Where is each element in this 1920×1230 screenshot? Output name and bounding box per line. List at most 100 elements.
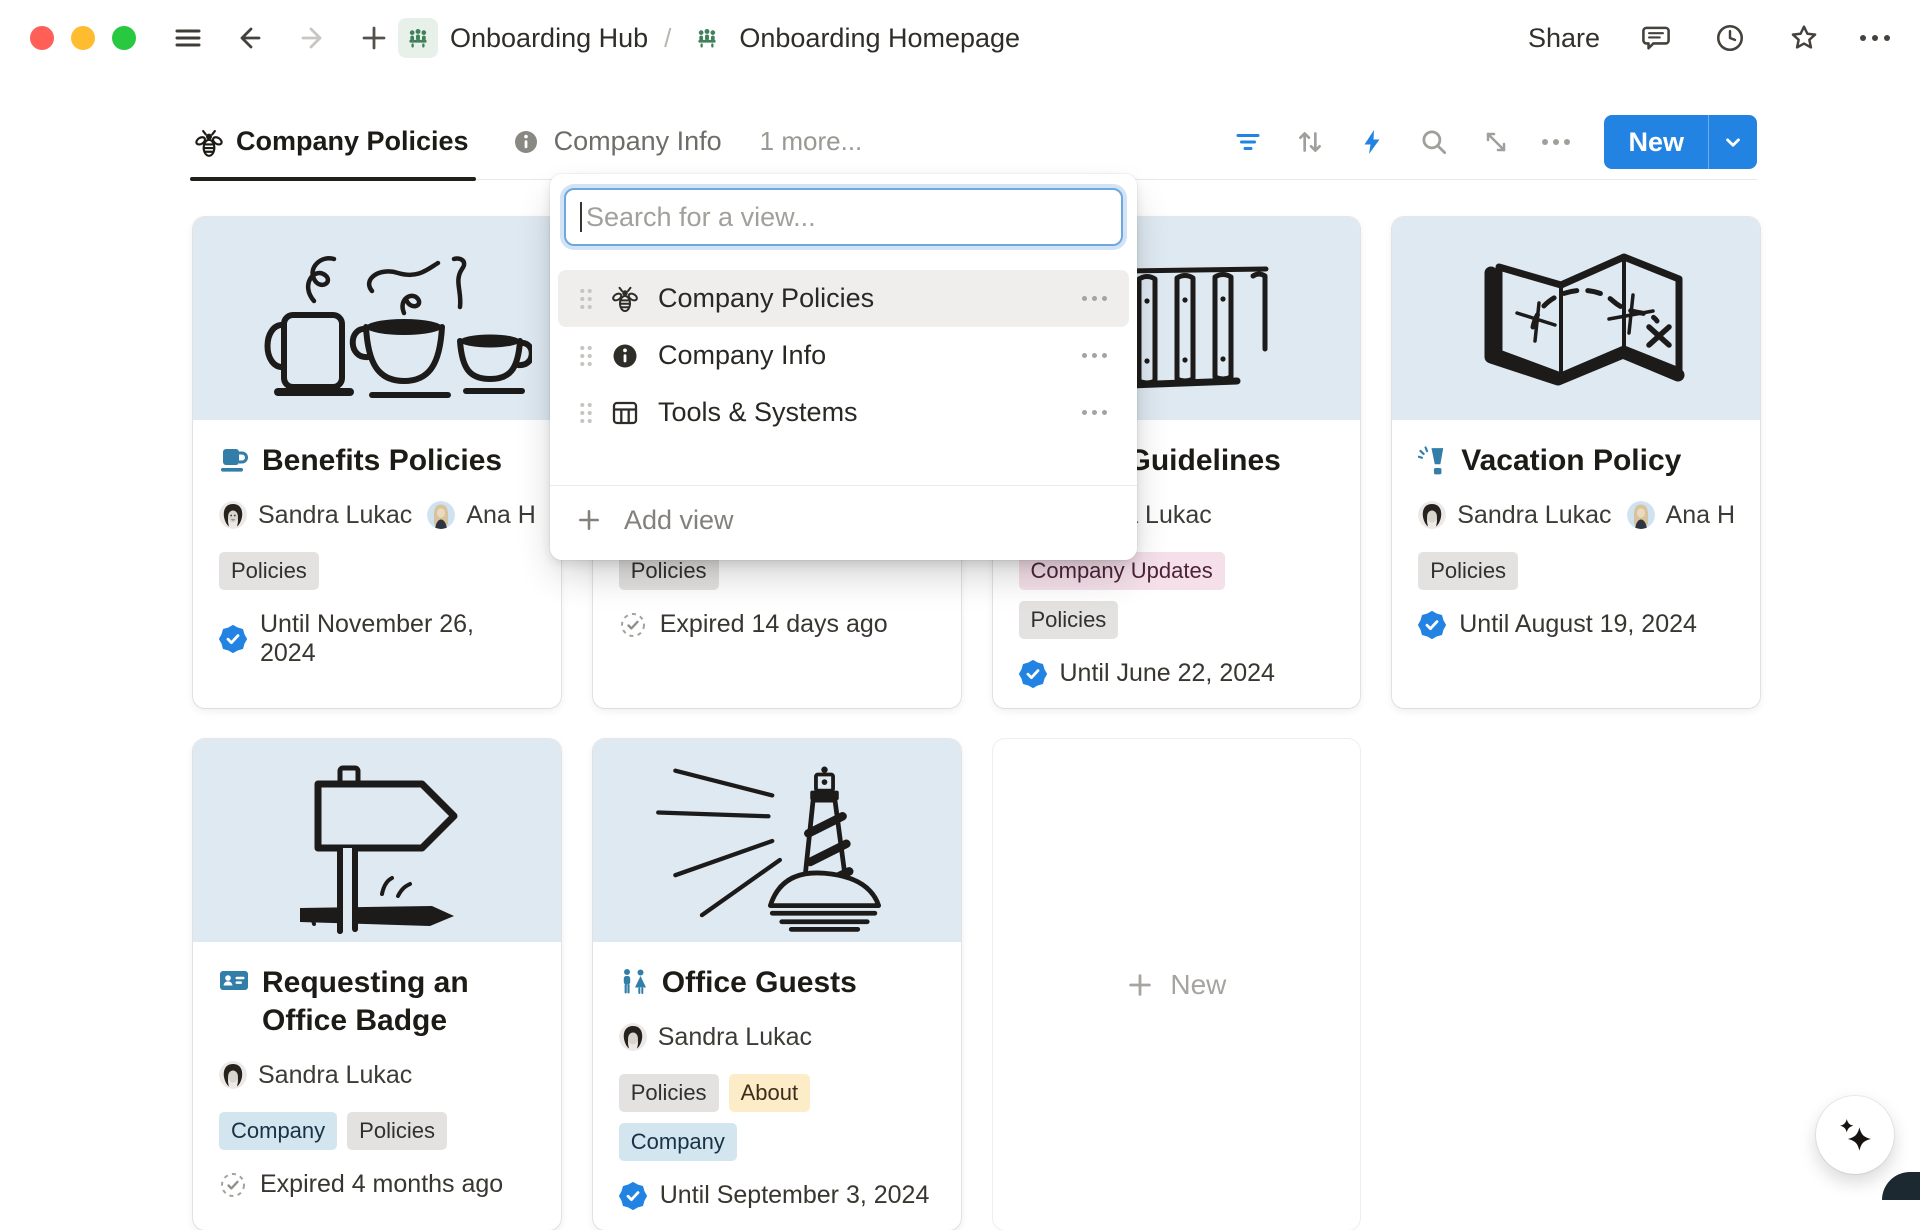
card-status-row: Until September 3, 2024: [619, 1181, 935, 1210]
card-title-row: Vacation Policy: [1418, 442, 1734, 480]
view-search-input[interactable]: Search for a view...: [564, 188, 1123, 246]
card-cover: [1392, 217, 1760, 420]
back-icon[interactable]: [232, 20, 268, 56]
id-badge-icon: [219, 968, 249, 1040]
card-office-guests[interactable]: Office Guests Sandra Lukac Policies Abou…: [593, 739, 961, 1230]
history-clock-icon[interactable]: [1712, 20, 1748, 56]
card-title-row: Benefits Policies: [219, 442, 535, 480]
card-title-row: Requesting an Office Badge: [219, 964, 535, 1040]
card-office-badge[interactable]: Requesting an Office Badge Sandra Lukac …: [193, 739, 561, 1230]
status-label: Expired 14 days ago: [660, 610, 888, 639]
screen-corner-shape: [1882, 1172, 1920, 1200]
tag: Policies: [1019, 601, 1119, 639]
view-more-options-icon[interactable]: [1542, 139, 1570, 145]
tab-label: Company Info: [554, 126, 722, 157]
person-name: Sandra Lukac: [1457, 501, 1611, 530]
status-label: Until September 3, 2024: [660, 1181, 930, 1210]
chevron-down-icon[interactable]: [1709, 115, 1757, 169]
ai-sparkle-button[interactable]: [1816, 1096, 1894, 1174]
card-status-row: Until June 22, 2024: [1019, 659, 1335, 688]
share-button[interactable]: Share: [1528, 23, 1600, 54]
status-label: Until November 26, 2024: [260, 610, 535, 668]
add-view-label: Add view: [624, 505, 734, 536]
drag-handle-icon[interactable]: [578, 343, 594, 369]
tab-company-policies[interactable]: Company Policies: [193, 104, 469, 179]
zoom-window-button[interactable]: [112, 26, 136, 50]
card-tags-row: Company Policies: [219, 1112, 535, 1150]
view-item-options-icon[interactable]: [1082, 296, 1107, 301]
favorite-star-icon[interactable]: [1786, 20, 1822, 56]
plus-icon: [576, 507, 602, 533]
card-status-row: Expired 14 days ago: [619, 610, 935, 639]
people-icon: [619, 968, 649, 1002]
tag: About: [729, 1074, 811, 1112]
card-cover: [593, 739, 961, 942]
tabs-more-button[interactable]: 1 more...: [760, 126, 863, 157]
card-benefits-policies[interactable]: Benefits Policies Sandra Lukac Ana Ha Po…: [193, 217, 561, 708]
tab-company-info[interactable]: Company Info: [511, 126, 722, 157]
bee-icon: [193, 127, 223, 157]
verified-badge-icon: [1418, 611, 1446, 639]
avatar: [1418, 501, 1446, 529]
card-title: Guidelines: [1128, 442, 1281, 480]
sidebar-menu-icon[interactable]: [170, 20, 206, 56]
person-name: Ana Ha: [466, 501, 534, 530]
card-title: Benefits Policies: [262, 442, 502, 480]
info-icon: [610, 341, 640, 371]
new-button-label[interactable]: New: [1604, 115, 1708, 169]
sparkles-icon: [1833, 1113, 1877, 1157]
person-name: Sandra Lukac: [258, 501, 412, 530]
drag-handle-icon[interactable]: [578, 400, 594, 426]
breadcrumb-item-hub[interactable]: Onboarding Hub: [398, 18, 648, 58]
more-options-icon[interactable]: [1860, 35, 1890, 41]
card-title: Office Guests: [662, 964, 857, 1002]
views-list: Company Policies Company Info Tools & Sy…: [550, 270, 1137, 441]
card-cover: [193, 217, 561, 420]
status-label: Until June 22, 2024: [1060, 659, 1275, 688]
new-button[interactable]: New: [1604, 115, 1757, 169]
new-page-plus-icon[interactable]: [356, 20, 392, 56]
new-card-button[interactable]: New: [993, 739, 1361, 1230]
minimize-window-button[interactable]: [71, 26, 95, 50]
view-item-options-icon[interactable]: [1082, 353, 1107, 358]
lighthouse-drawing: [622, 746, 932, 936]
card-title: Requesting an Office Badge: [262, 964, 477, 1040]
sort-icon[interactable]: [1294, 126, 1326, 158]
card-status-row: Until August 19, 2024: [1418, 610, 1734, 639]
card-people-row: Sandra Lukac: [619, 1020, 935, 1054]
vacation-alert-icon: [1418, 446, 1448, 480]
forward-icon[interactable]: [294, 20, 330, 56]
card-people-row: Sandra Lukac: [219, 1058, 535, 1092]
drag-handle-icon[interactable]: [578, 286, 594, 312]
avatar: [219, 501, 247, 529]
automation-bolt-icon[interactable]: [1356, 126, 1388, 158]
views-dropdown: Search for a view... Company Policies: [550, 174, 1137, 560]
new-card-label: New: [1170, 969, 1226, 1001]
view-item-options-icon[interactable]: [1082, 410, 1107, 415]
card-status-row: Until November 26, 2024: [219, 610, 535, 668]
filter-icon[interactable]: [1232, 126, 1264, 158]
close-window-button[interactable]: [30, 26, 54, 50]
card-tags-row: Policies About Company: [619, 1074, 935, 1161]
expired-check-icon: [619, 611, 647, 639]
card-people-row: Sandra Lukac Ana Hau: [1418, 498, 1734, 532]
view-item-label: Company Policies: [658, 283, 874, 314]
bee-icon: [610, 284, 640, 314]
card-tags-row: Policies: [1418, 552, 1734, 590]
table-icon: [610, 398, 640, 428]
view-item-label: Company Info: [658, 340, 826, 371]
view-item-company-info[interactable]: Company Info: [558, 327, 1129, 384]
team-icon: [687, 18, 727, 58]
expand-view-icon[interactable]: [1480, 126, 1512, 158]
breadcrumb-item-homepage[interactable]: Onboarding Homepage: [687, 18, 1020, 58]
traffic-lights: [30, 26, 136, 50]
card-cover: [193, 739, 561, 942]
view-tabs-bar: Company Policies Company Info 1 more... …: [193, 104, 1757, 180]
card-vacation-policy[interactable]: Vacation Policy Sandra Lukac Ana Hau Pol…: [1392, 217, 1760, 708]
info-icon: [511, 127, 541, 157]
search-icon[interactable]: [1418, 126, 1450, 158]
view-item-company-policies[interactable]: Company Policies: [558, 270, 1129, 327]
comments-icon[interactable]: [1638, 20, 1674, 56]
view-item-tools-systems[interactable]: Tools & Systems: [558, 384, 1129, 441]
add-view-button[interactable]: Add view: [550, 486, 1137, 554]
